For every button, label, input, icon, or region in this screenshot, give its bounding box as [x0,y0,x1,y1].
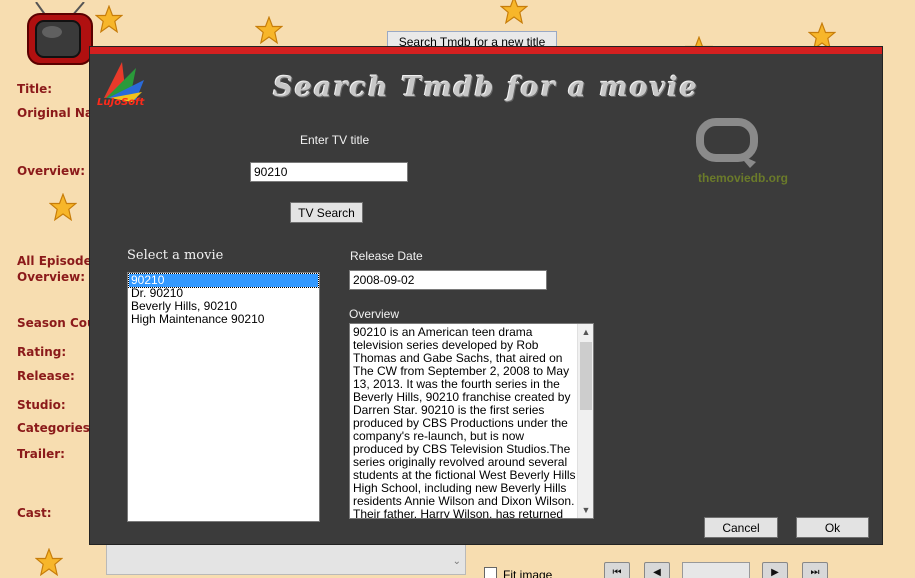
title-label: Title: [17,82,53,96]
prev-icon: ◀ [653,566,661,578]
star-icon [808,22,836,50]
tmdb-logo-text: themoviedb.org [698,171,789,185]
scroll-up-icon[interactable]: ▲ [578,324,593,340]
all-episodes-overview-label: Overview: [17,270,86,284]
next-icon: ▶ [771,566,779,578]
star-icon [95,5,123,33]
next-image-button[interactable]: ▶ [762,562,788,578]
overview-scrollbar[interactable]: ▲ ▼ [577,324,593,518]
overview-text: 90210 is an American teen drama televisi… [353,325,576,519]
search-title-input[interactable] [250,162,408,182]
enter-title-label: Enter TV title [300,133,370,147]
prev-image-button[interactable]: ◀ [644,562,670,578]
movie-listbox[interactable]: 90210 Dr. 90210 Beverly Hills, 90210 Hig… [127,272,320,522]
first-image-button[interactable]: ⏮ [604,562,630,578]
tv-icon [27,2,93,65]
last-image-button[interactable]: ⏭ [802,562,828,578]
skip-last-icon: ⏭ [810,566,820,578]
categories-label: Categories: [17,421,95,435]
ok-button[interactable]: Ok [796,517,869,538]
tv-search-button[interactable]: TV Search [290,202,363,223]
image-index-field[interactable] [682,562,750,578]
star-icon [255,16,283,44]
overview-label: Overview [349,307,400,321]
overview-label: Overview: [17,164,86,178]
scroll-down-icon[interactable]: ▼ [578,502,593,518]
select-movie-label: Select a movie [127,248,224,263]
cancel-button[interactable]: Cancel [704,517,778,538]
star-icon [500,0,528,24]
chevron-down-icon[interactable]: ⌄ [453,556,461,567]
skip-first-icon: ⏮ [612,566,622,578]
release-date-label: Release Date [350,249,423,263]
cast-textarea[interactable]: ⌄ [106,543,466,575]
studio-label: Studio: [17,398,66,412]
rating-label: Rating: [17,345,67,359]
release-date-field[interactable] [349,270,547,290]
fit-image-label: Fit image [503,568,553,578]
list-item[interactable]: High Maintenance 90210 [129,313,318,326]
all-episodes-label: All Episodes [17,254,99,268]
star-icon [35,548,63,576]
overview-textarea[interactable]: 90210 is an American teen drama televisi… [349,323,594,519]
cast-label: Cast: [17,506,52,520]
dialog-title: Search Tmdb for a movie [273,72,699,103]
search-tmdb-dialog: LuJoSoft Search Tmdb for a movie themovi… [90,47,882,544]
fit-image-checkbox[interactable] [484,567,497,578]
trailer-label: Trailer: [17,447,65,461]
star-icon [49,193,77,221]
release-label: Release: [17,369,75,383]
scroll-thumb[interactable] [580,342,592,410]
